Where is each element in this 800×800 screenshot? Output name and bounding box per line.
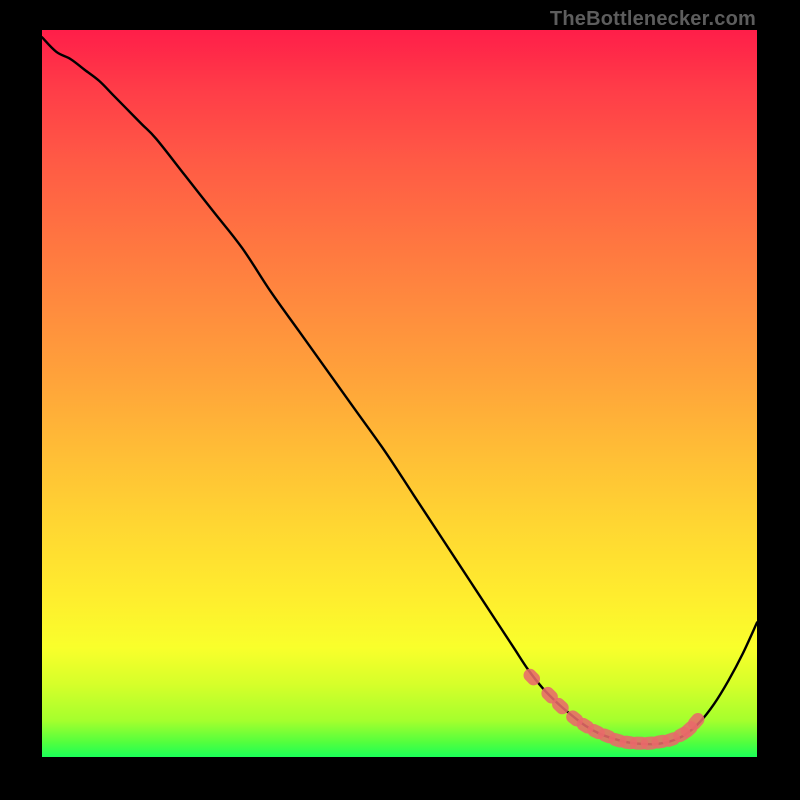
chart-gradient-background [42, 30, 757, 757]
chart-plot-area [42, 30, 757, 757]
attribution-text: TheBottlenecker.com [550, 8, 756, 31]
